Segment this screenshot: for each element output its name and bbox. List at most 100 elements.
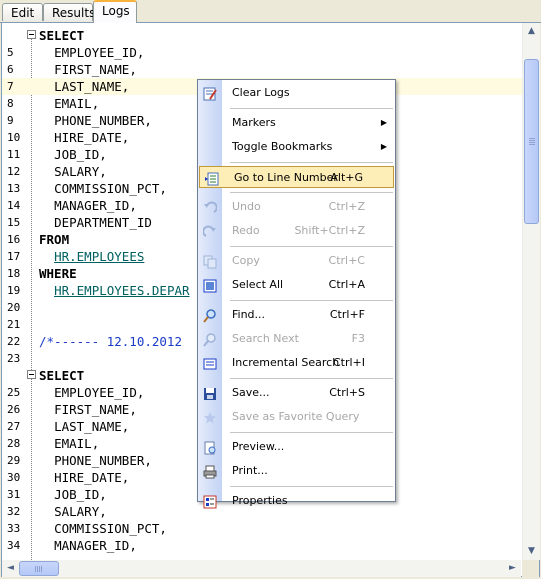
menu-item-label: Print... xyxy=(232,464,268,477)
menu-item-label: Preview... xyxy=(232,440,285,453)
scroll-left-button[interactable]: ◄ xyxy=(2,560,19,577)
code-text: HIRE_DATE, xyxy=(54,470,130,485)
line-number: 25 xyxy=(7,386,21,399)
menu-item-shortcut: Ctrl+C xyxy=(328,254,365,267)
code-text: FROM xyxy=(39,232,70,247)
line-number: 26 xyxy=(7,403,21,416)
code-text: HR.EMPLOYEES xyxy=(54,249,145,264)
menu-separator xyxy=(230,162,393,163)
menu-item-redo[interactable]: Redo Shift+Ctrl+Z xyxy=(198,220,395,242)
menu-separator xyxy=(230,378,393,379)
menu-separator xyxy=(230,246,393,247)
line-number: 18 xyxy=(7,267,21,280)
menu-item-find[interactable]: Find... Ctrl+F xyxy=(198,304,395,326)
menu-item-label: Select All xyxy=(232,278,284,291)
menu-item-undo[interactable]: Undo Ctrl+Z xyxy=(198,196,395,218)
horizontal-scrollbar[interactable]: ◄ ► xyxy=(2,560,521,577)
line-number: 5 xyxy=(7,46,14,59)
code-text: PHONE_NUMBER, xyxy=(54,113,152,128)
menu-item-preview[interactable]: Preview... xyxy=(198,436,395,458)
line-number: 34 xyxy=(7,539,21,552)
favorite-icon xyxy=(203,410,217,424)
code-text: SELECT xyxy=(39,368,85,383)
menu-item-label: Go to Line Number xyxy=(234,171,338,184)
line-number: 30 xyxy=(7,471,21,484)
vertical-scrollbar[interactable]: ▲ ▼ xyxy=(522,23,540,560)
line-number: 16 xyxy=(7,233,21,246)
line-number: 11 xyxy=(7,148,21,161)
menu-item-label: Properties xyxy=(232,494,288,507)
menu-item-label: Undo xyxy=(232,200,261,213)
tab-results[interactable]: Results xyxy=(43,3,95,21)
line-number: 13 xyxy=(7,182,21,195)
code-line[interactable]: 6 FIRST_NAME, xyxy=(2,61,522,78)
scroll-right-button[interactable]: ► xyxy=(504,560,521,577)
code-line[interactable]: 33 COMMISSION_PCT, xyxy=(2,520,522,537)
code-text: EMPLOYEE_ID, xyxy=(54,45,145,60)
menu-item-save[interactable]: Save... Ctrl+S xyxy=(198,382,395,404)
submenu-arrow-icon: ▶ xyxy=(380,142,387,151)
menu-separator xyxy=(230,108,393,109)
code-text: EMAIL, xyxy=(54,436,100,451)
vertical-scroll-thumb[interactable] xyxy=(524,59,539,224)
tab-logs[interactable]: Logs xyxy=(93,0,137,23)
tab-bar: Edit Results Logs xyxy=(0,0,541,23)
fold-collapse-icon[interactable] xyxy=(27,370,36,379)
menu-item-clear-logs[interactable]: Clear Logs xyxy=(198,82,395,104)
code-line[interactable]: SELECT xyxy=(2,27,522,44)
line-number: 17 xyxy=(7,250,21,263)
menu-item-select-all[interactable]: Select All Ctrl+A xyxy=(198,274,395,296)
fold-collapse-icon[interactable] xyxy=(27,30,36,39)
scroll-down-button[interactable]: ▼ xyxy=(523,543,540,560)
menu-item-search-next[interactable]: Search Next F3 xyxy=(198,328,395,350)
line-number: 14 xyxy=(7,199,21,212)
clear-logs-icon xyxy=(203,86,217,101)
line-number: 12 xyxy=(7,165,21,178)
code-text: LAST_NAME, xyxy=(54,419,130,434)
preview-icon xyxy=(203,440,217,455)
code-text: COMMISSION_PCT, xyxy=(54,181,167,196)
menu-item-label: Copy xyxy=(232,254,260,267)
menu-item-shortcut: F3 xyxy=(351,332,365,345)
code-text: EMPLOYEE_ID, xyxy=(54,385,145,400)
code-text: SALARY, xyxy=(54,504,107,519)
tab-edit[interactable]: Edit xyxy=(2,3,43,21)
menu-item-markers[interactable]: Markers ▶ xyxy=(198,112,395,134)
line-number: 21 xyxy=(7,318,21,331)
code-line[interactable]: 34 MANAGER_ID, xyxy=(2,537,522,554)
menu-separator xyxy=(230,192,393,193)
menu-item-go-to-line-number[interactable]: Go to Line Number Alt+G xyxy=(199,166,394,188)
code-text: /*------ 12.10.2012 xyxy=(39,334,182,349)
menu-item-copy[interactable]: Copy Ctrl+C xyxy=(198,250,395,272)
menu-item-label: Clear Logs xyxy=(232,86,290,99)
menu-item-shortcut: Ctrl+A xyxy=(328,278,365,291)
select-all-icon xyxy=(203,278,217,293)
line-number: 6 xyxy=(7,63,14,76)
line-number: 23 xyxy=(7,352,21,365)
code-line[interactable]: 5 EMPLOYEE_ID, xyxy=(2,44,522,61)
line-number: 10 xyxy=(7,131,21,144)
menu-item-shortcut: Ctrl+Z xyxy=(328,200,365,213)
horizontal-scroll-thumb[interactable] xyxy=(19,561,59,576)
menu-item-label: Save... xyxy=(232,386,270,399)
menu-item-label: Incremental Search xyxy=(232,356,340,369)
undo-icon xyxy=(203,200,218,214)
menu-item-shortcut: Alt+G xyxy=(330,171,363,184)
line-number: 8 xyxy=(7,97,14,110)
menu-item-incremental-search[interactable]: Incremental Search Ctrl+I xyxy=(198,352,395,374)
properties-icon xyxy=(203,494,217,509)
search-next-icon xyxy=(203,332,217,347)
code-text: SELECT xyxy=(39,28,85,43)
menu-separator xyxy=(230,300,393,301)
menu-item-label: Toggle Bookmarks xyxy=(232,140,333,153)
line-number: 7 xyxy=(7,80,14,93)
line-number: 29 xyxy=(7,454,21,467)
menu-item-properties[interactable]: Properties xyxy=(198,490,395,512)
print-icon xyxy=(203,464,217,479)
menu-item-print[interactable]: Print... xyxy=(198,460,395,482)
code-text: EMAIL, xyxy=(54,96,100,111)
menu-item-save-as-favorite-query[interactable]: Save as Favorite Query xyxy=(198,406,395,428)
menu-item-label: Redo xyxy=(232,224,260,237)
scroll-up-button[interactable]: ▲ xyxy=(523,23,540,40)
menu-item-toggle-bookmarks[interactable]: Toggle Bookmarks ▶ xyxy=(198,136,395,158)
